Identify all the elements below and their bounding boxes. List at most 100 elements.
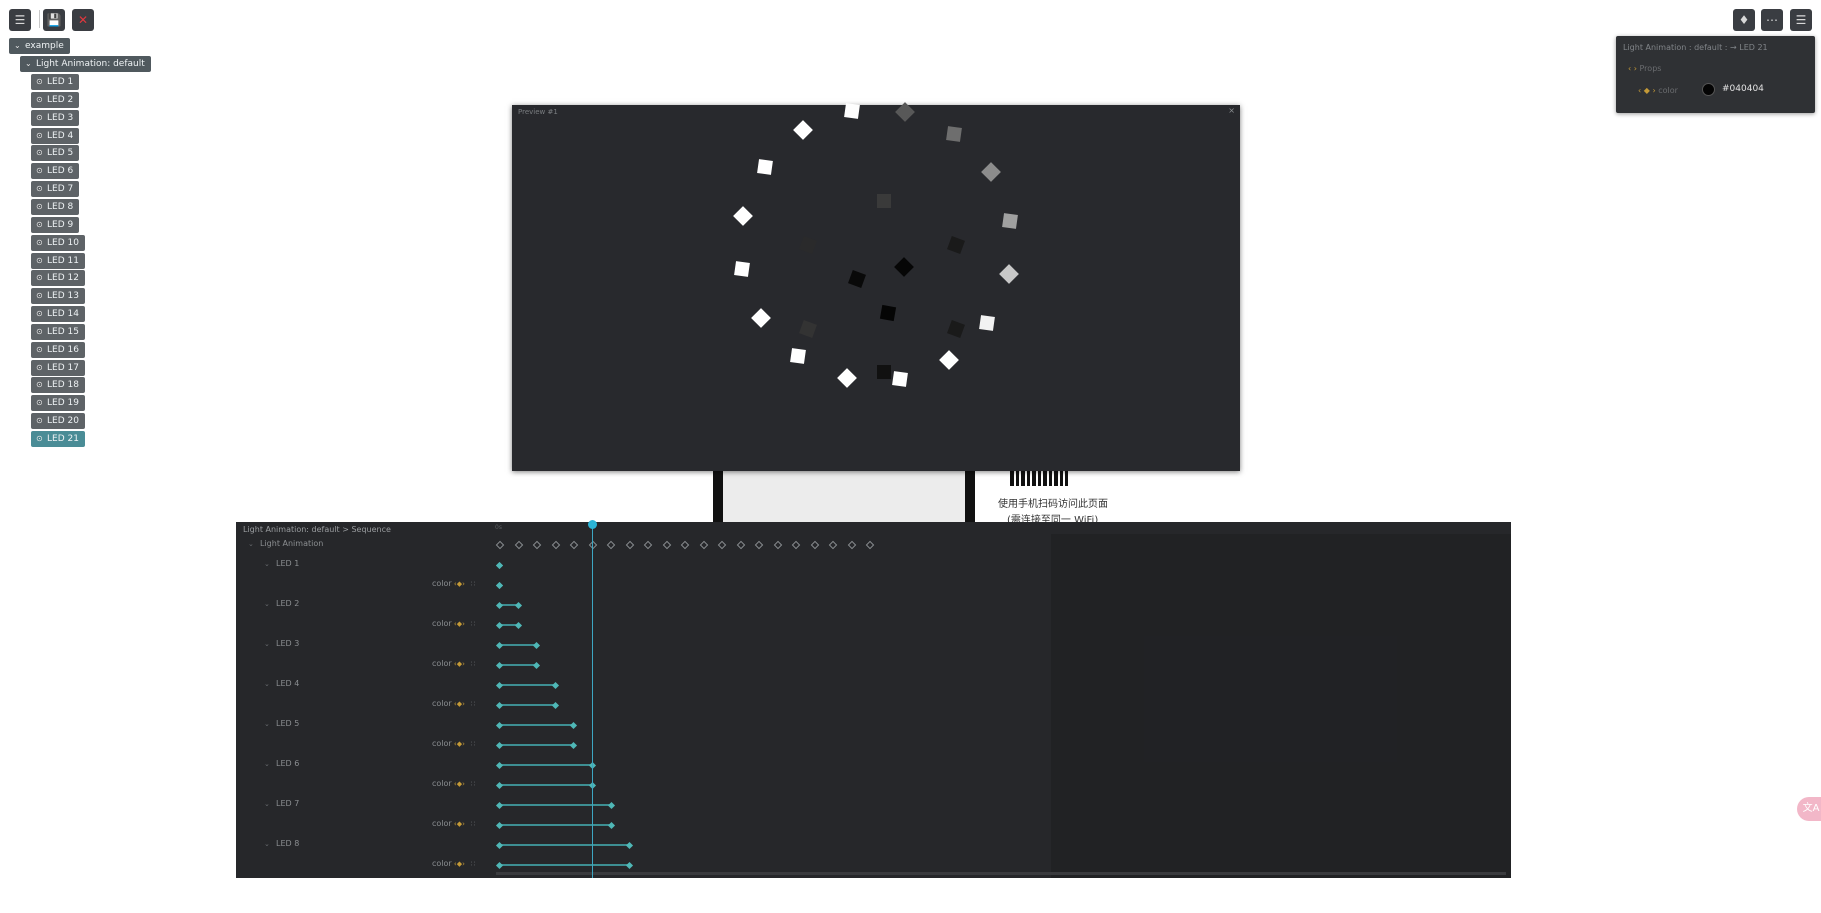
keyframe-summary[interactable] [828, 540, 838, 550]
sequence-prop-color[interactable]: color ‹◆› ∷ [432, 779, 475, 788]
led-light-6[interactable] [998, 264, 1019, 285]
keyframe-tween-bar[interactable] [499, 684, 555, 686]
outline-item-led-7[interactable]: ⊙ LED 7 [31, 181, 80, 198]
outline-item-led-10[interactable]: ⊙ LED 10 [31, 234, 85, 251]
keyframe-tween-bar[interactable] [499, 844, 630, 846]
led-light-16[interactable] [793, 120, 813, 141]
outline-item-led-17[interactable]: ⊙ LED 17 [31, 359, 85, 376]
keyframe-summary[interactable] [699, 540, 708, 550]
keyframe-summary[interactable] [791, 540, 801, 550]
preview-window[interactable]: Preview #1 × [512, 102, 1240, 471]
keyframe-summary[interactable] [810, 540, 819, 550]
keyframe-summary[interactable] [773, 540, 782, 550]
keyframe-summary[interactable] [606, 540, 616, 550]
led-light-14[interactable] [733, 205, 754, 226]
graph-icon[interactable]: ∷ [471, 580, 475, 588]
led-light-10[interactable] [836, 367, 857, 388]
graph-icon[interactable]: ∷ [471, 740, 475, 748]
outline-item-led-16[interactable]: ⊙ LED 16 [31, 341, 85, 358]
keyframe-tween-bar[interactable] [499, 664, 537, 666]
keyframe[interactable] [533, 661, 541, 670]
playhead-handle[interactable] [588, 520, 597, 529]
keyframe-nav-icon[interactable]: ‹◆› [452, 820, 465, 828]
sequence-row-led-7[interactable]: ⌄ LED 7 [264, 799, 299, 808]
keyframe[interactable] [607, 821, 615, 830]
led-light-25[interactable] [879, 304, 897, 322]
keyframe-nav-icon[interactable]: ‹◆› [452, 700, 465, 708]
save-button[interactable]: 💾 [43, 9, 65, 31]
keyframe-summary[interactable] [495, 540, 505, 550]
sequence-prop-color[interactable]: color ‹◆› ∷ [432, 619, 475, 628]
sequence-row-led-1[interactable]: ⌄ LED 1 [264, 559, 299, 568]
outline-animation-default[interactable]: ⌄ Light Animation: default [20, 56, 151, 72]
outline-item-led-6[interactable]: ⊙ LED 6 [31, 163, 80, 180]
sequence-prop-color[interactable]: color ‹◆› ∷ [432, 859, 475, 868]
keyframe-nav-icon[interactable]: ‹◆› [452, 740, 465, 748]
keyframe[interactable] [495, 581, 504, 590]
keyframe-summary[interactable] [865, 540, 875, 550]
graph-icon[interactable]: ∷ [471, 620, 475, 628]
keyframe-aggregate[interactable] [495, 561, 504, 570]
keyframe-aggregate[interactable] [514, 601, 522, 610]
props-section[interactable]: ‹ › Props [1628, 64, 1661, 73]
outline-item-led-2[interactable]: ⊙ LED 2 [31, 91, 80, 108]
keyframe-nav-icon[interactable]: ‹◆› [452, 660, 465, 668]
sequence-prop-color[interactable]: color ‹◆› ∷ [432, 579, 475, 588]
close-icon[interactable]: × [1228, 106, 1235, 115]
led-light-2[interactable] [895, 102, 916, 123]
sequence-prop-color[interactable]: color ‹◆› ∷ [432, 819, 475, 828]
sequence-row-led-2[interactable]: ⌄ LED 2 [264, 599, 299, 608]
outline-item-led-14[interactable]: ⊙ LED 14 [31, 306, 85, 323]
led-light-21[interactable] [799, 320, 817, 338]
outline-item-led-9[interactable]: ⊙ LED 9 [31, 216, 80, 233]
led-light-19[interactable] [947, 320, 965, 338]
outline-item-led-20[interactable]: ⊙ LED 20 [31, 413, 85, 430]
keyframe-aggregate[interactable] [570, 721, 578, 730]
keyframe-summary[interactable] [736, 540, 745, 550]
timeline-scrollbar[interactable] [496, 872, 1506, 875]
settings-button[interactable]: ☰ [1790, 9, 1812, 31]
led-light-5[interactable] [1002, 213, 1018, 230]
led-light-7[interactable] [979, 315, 996, 331]
led-light-23[interactable] [894, 257, 914, 277]
outline-item-led-21[interactable]: ⊙ LED 21 [31, 431, 85, 447]
led-light-11[interactable] [790, 348, 806, 365]
close-button[interactable]: ✕ [72, 9, 94, 31]
led-light-9[interactable] [891, 371, 908, 387]
outline-item-led-12[interactable]: ⊙ LED 12 [31, 270, 85, 287]
graph-icon[interactable]: ∷ [471, 700, 475, 708]
sequence-prop-color[interactable]: color ‹◆› ∷ [432, 659, 475, 668]
led-light-24[interactable] [848, 270, 866, 288]
keyframe-nav-icon[interactable]: ‹◆› [452, 780, 465, 788]
notifications-button[interactable]: ♦ [1733, 9, 1755, 31]
keyframe-tween-bar[interactable] [499, 744, 574, 746]
keyframe-tween-bar[interactable] [499, 804, 611, 806]
keyframe-summary[interactable] [754, 540, 764, 550]
keyframe[interactable] [551, 701, 559, 710]
graph-icon[interactable]: ∷ [471, 860, 475, 868]
outline-toggle-button[interactable]: ☰ [9, 9, 31, 31]
playhead-line[interactable] [592, 522, 593, 878]
keyframe[interactable] [570, 741, 578, 750]
keyframe-summary[interactable] [514, 540, 523, 550]
outline-item-led-5[interactable]: ⊙ LED 5 [31, 145, 80, 162]
outline-item-led-18[interactable]: ⊙ LED 18 [31, 377, 85, 394]
graph-icon[interactable]: ∷ [471, 780, 475, 788]
outline-root-example[interactable]: ⌄ example [9, 38, 70, 54]
graph-icon[interactable]: ∷ [471, 660, 475, 668]
sequence-row-led-4[interactable]: ⌄ LED 4 [264, 679, 299, 688]
keyframe-tween-bar[interactable] [499, 764, 592, 766]
keyframe-nav-icon[interactable]: ‹◆› [452, 860, 465, 868]
translate-button[interactable]: 文A [1797, 797, 1821, 821]
keyframe-summary[interactable] [643, 540, 653, 550]
keyframe-nav-icon[interactable]: ‹◆› [452, 620, 465, 628]
outline-item-led-15[interactable]: ⊙ LED 15 [31, 323, 85, 340]
keyframe-aggregate[interactable] [551, 681, 559, 690]
sequence-row-led-5[interactable]: ⌄ LED 5 [264, 719, 299, 728]
keyframe-nav-icon[interactable]: ‹◆› [452, 580, 465, 588]
keyframe-aggregate[interactable] [607, 801, 615, 810]
outline-item-led-4[interactable]: ⊙ LED 4 [31, 127, 80, 144]
led-light-22[interactable] [799, 236, 817, 254]
keyframe-summary[interactable] [569, 540, 579, 550]
led-light-12[interactable] [751, 308, 772, 328]
